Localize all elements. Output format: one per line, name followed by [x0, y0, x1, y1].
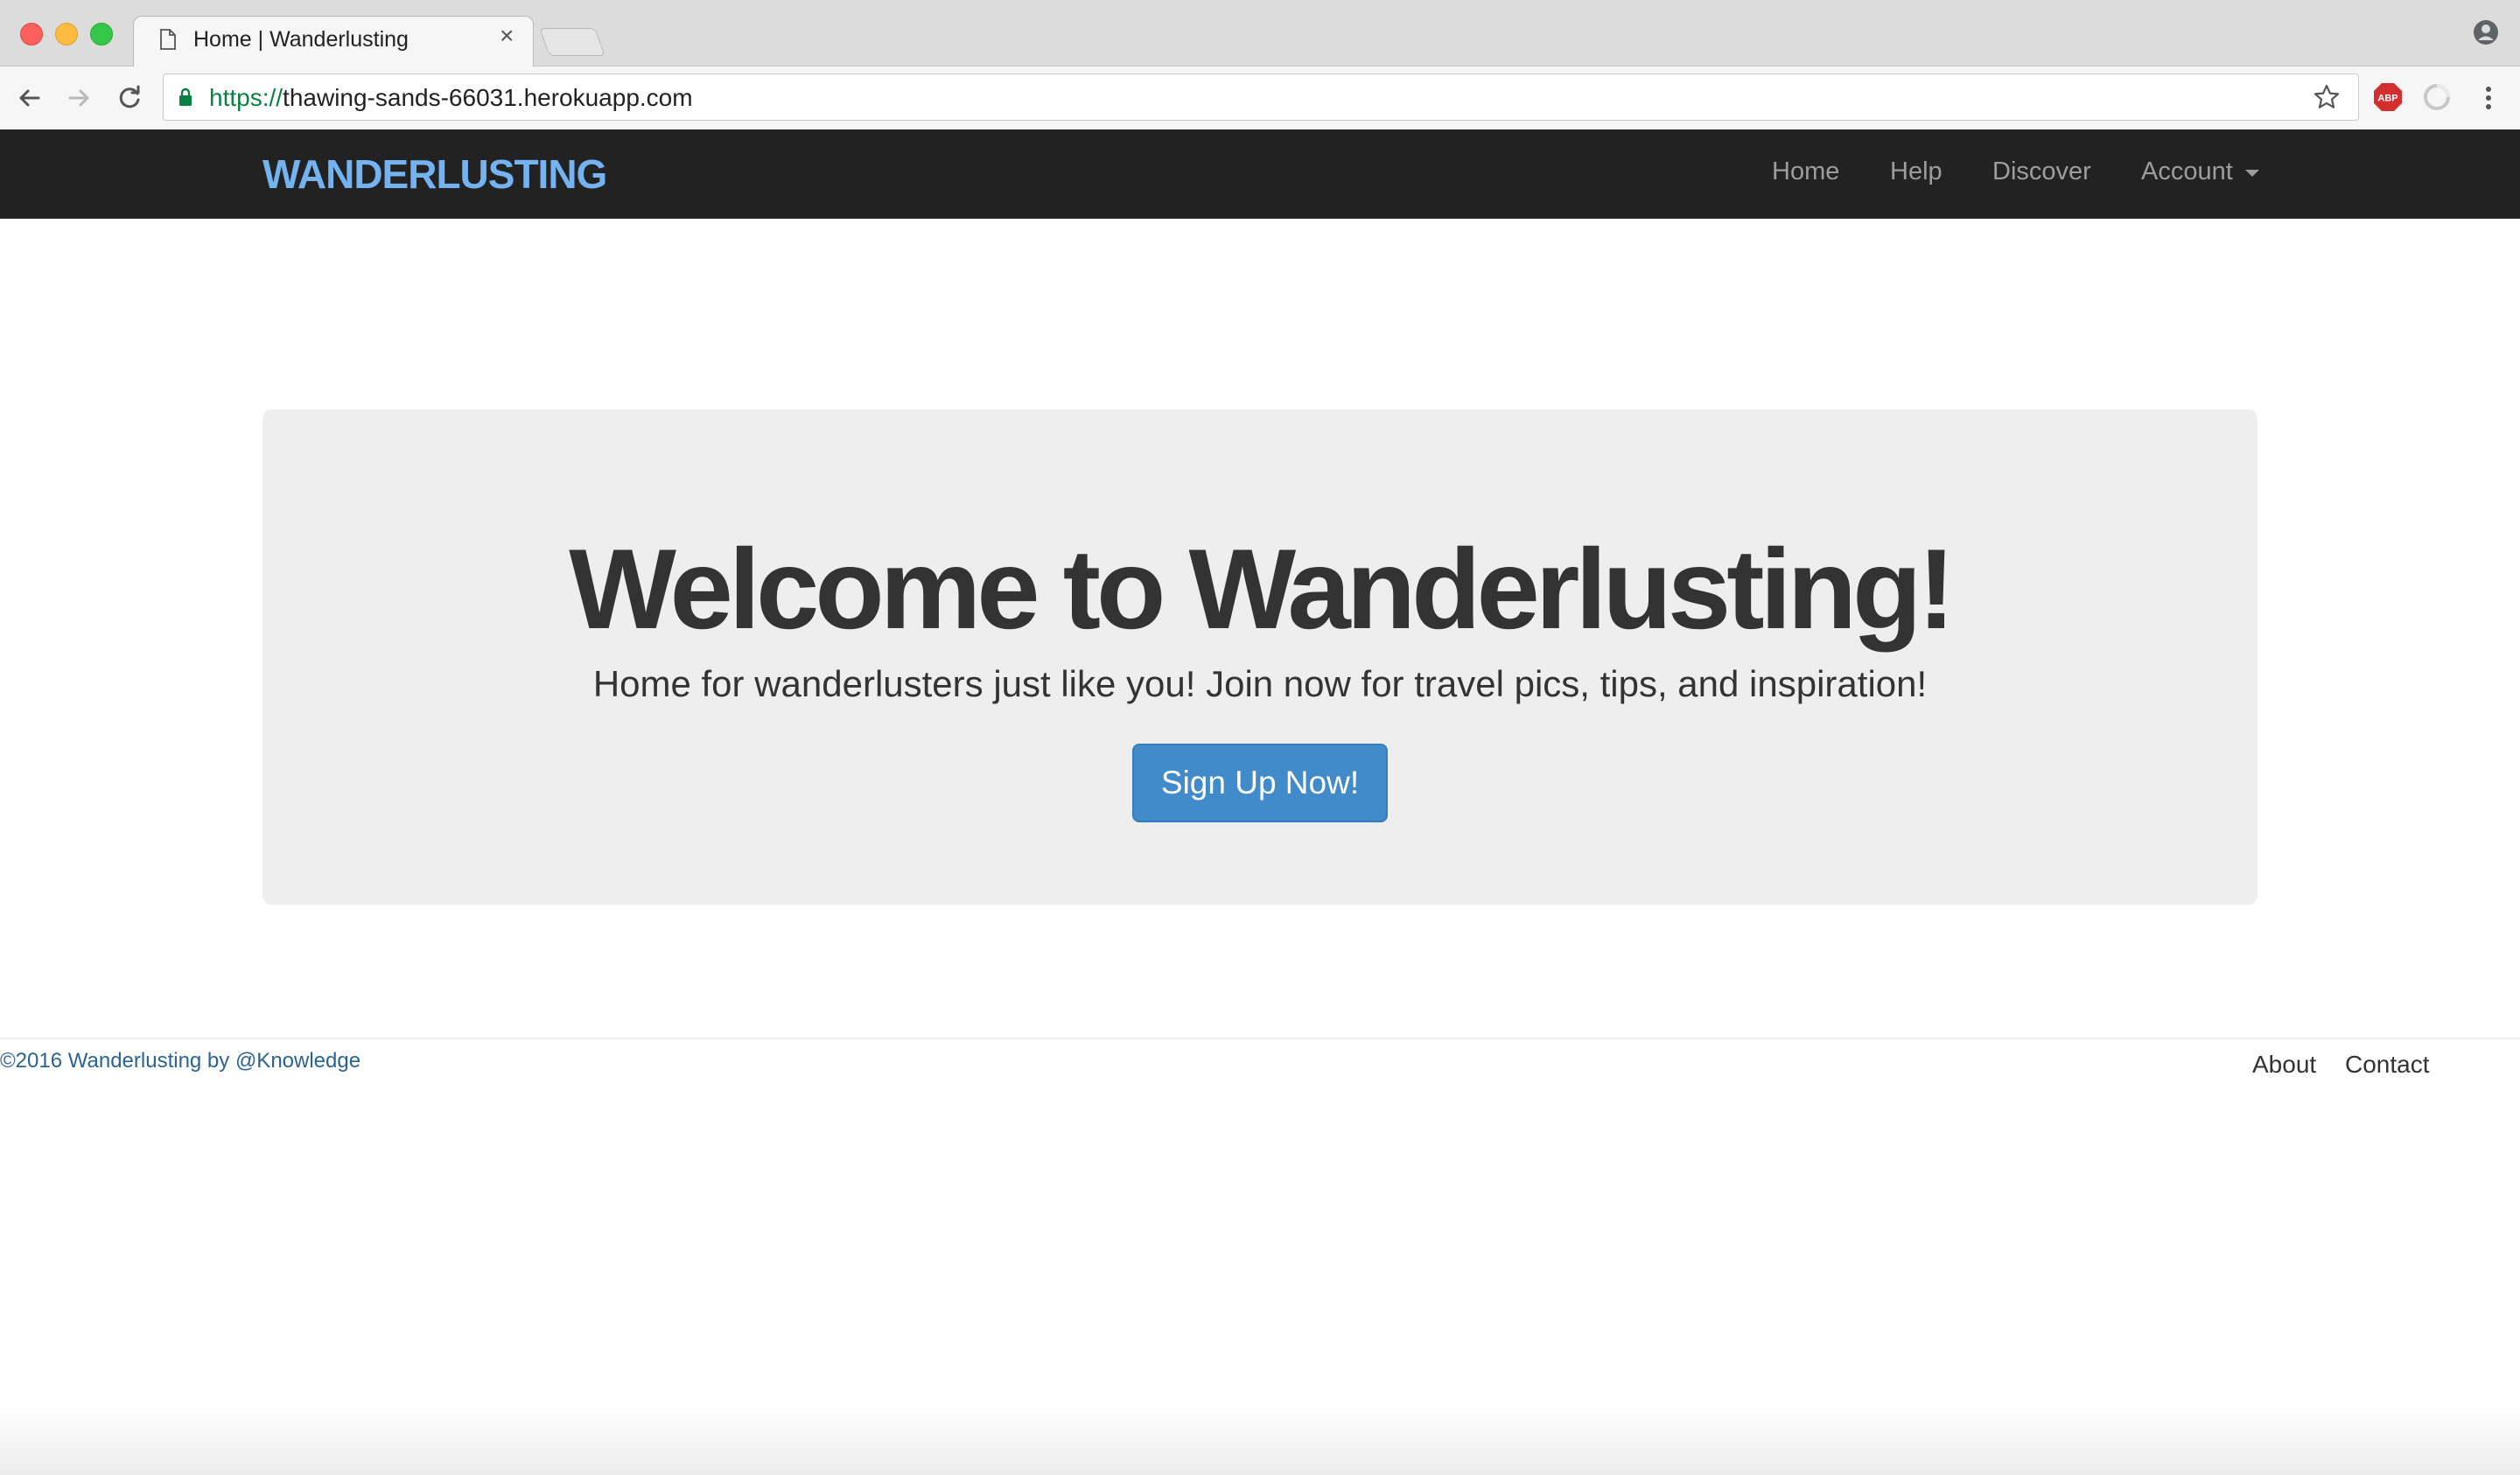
adblock-label: ABP [2377, 94, 2398, 104]
extension-icon[interactable] [2422, 82, 2452, 112]
browser-menu-icon[interactable] [2476, 82, 2501, 114]
hero-title: Welcome to Wanderlusting! [569, 525, 1956, 653]
tab-close-icon[interactable]: × [500, 24, 514, 48]
url-scheme: https:// [209, 84, 284, 111]
footer-divider [0, 1038, 2520, 1039]
hero-jumbotron: Welcome to Wanderlusting! Home for wande… [262, 409, 2258, 905]
url-host: thawing-sands-66031.herokuapp.com [283, 84, 693, 111]
hero-subtitle: Home for wanderlusters just like you! Jo… [592, 663, 1928, 704]
forward-arrow-icon[interactable] [61, 80, 96, 115]
bookmark-star-icon[interactable] [2313, 83, 2341, 111]
profile-icon[interactable] [2473, 19, 2499, 45]
site-navbar: WANDERLUSTING Home Help Discover Account [0, 129, 2520, 219]
new-tab-button[interactable] [539, 28, 606, 56]
tab-title: Home | Wanderlusting [193, 27, 409, 52]
nav-discover-link[interactable]: Discover [1992, 157, 2091, 186]
nav-account-dropdown[interactable]: Account [2141, 157, 2233, 186]
maximize-window-button[interactable] [90, 23, 113, 45]
adblock-icon[interactable]: ABP [2373, 82, 2403, 112]
minimize-window-button[interactable] [55, 23, 78, 45]
window-bottom-shadow [0, 1405, 2520, 1475]
footer-about-link[interactable]: About [2252, 1051, 2316, 1079]
close-window-button[interactable] [20, 23, 43, 45]
nav-home-link[interactable]: Home [1772, 157, 1839, 186]
address-bar[interactable]: https://thawing-sands-66031.herokuapp.co… [163, 73, 2359, 121]
footer-copyright-link[interactable]: ©2016 Wanderlusting by @Knowledge [0, 1049, 360, 1073]
browser-tabstrip: Home | Wanderlusting × [0, 0, 2520, 67]
caret-down-icon[interactable] [2245, 170, 2259, 177]
reload-icon[interactable] [112, 80, 147, 115]
back-arrow-icon[interactable] [12, 80, 47, 115]
nav-help-link[interactable]: Help [1890, 157, 1942, 186]
brand-logo[interactable]: WANDERLUSTING [262, 150, 607, 198]
browser-toolbar: https://thawing-sands-66031.herokuapp.co… [0, 66, 2520, 130]
browser-tab[interactable]: Home | Wanderlusting × [133, 16, 534, 67]
url-text[interactable]: https://thawing-sands-66031.herokuapp.co… [209, 84, 693, 112]
lock-icon [179, 87, 192, 106]
footer-contact-link[interactable]: Contact [2345, 1051, 2430, 1079]
sign-up-button[interactable]: Sign Up Now! [1132, 744, 1388, 822]
page-icon [160, 29, 176, 50]
